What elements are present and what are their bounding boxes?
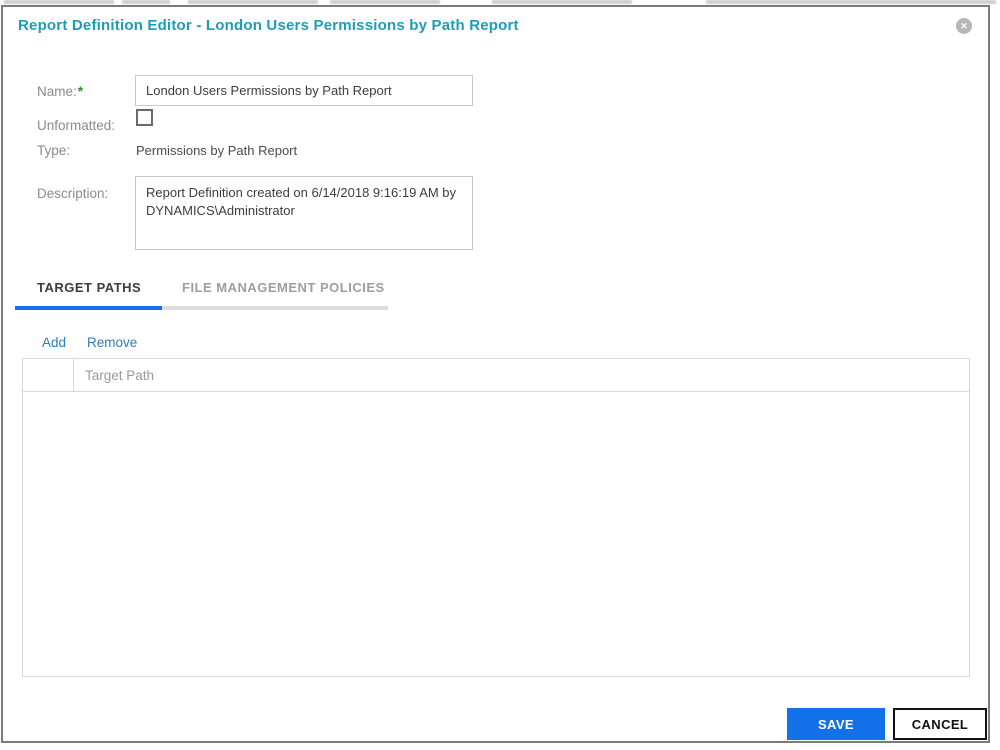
add-link[interactable]: Add xyxy=(42,335,66,350)
remove-link[interactable]: Remove xyxy=(87,335,137,350)
active-tab-indicator xyxy=(15,306,162,310)
name-label-text: Name: xyxy=(37,84,77,99)
description-label: Description: xyxy=(37,186,109,201)
report-definition-editor-dialog: Report Definition Editor - London Users … xyxy=(1,5,990,743)
tab-underline xyxy=(15,306,388,310)
table-header-row: Target Path xyxy=(23,359,969,392)
unformatted-checkbox[interactable] xyxy=(136,109,153,126)
required-asterisk: * xyxy=(77,84,84,99)
cancel-button[interactable]: CANCEL xyxy=(893,708,987,740)
type-label: Type: xyxy=(37,143,71,158)
type-value: Permissions by Path Report xyxy=(136,143,298,158)
target-paths-table: Target Path xyxy=(22,358,970,677)
save-button[interactable]: SAVE xyxy=(787,708,885,740)
tab-target-paths[interactable]: TARGET PATHS xyxy=(37,280,141,295)
name-label: Name:* xyxy=(37,84,83,99)
tab-file-management-policies[interactable]: FILE MANAGEMENT POLICIES xyxy=(182,280,385,295)
description-textarea[interactable]: Report Definition created on 6/14/2018 9… xyxy=(135,176,473,250)
dialog-title: Report Definition Editor - London Users … xyxy=(18,17,519,34)
name-input[interactable] xyxy=(135,75,473,106)
unformatted-label: Unformatted: xyxy=(37,118,116,133)
close-icon[interactable]: ✕ xyxy=(956,18,972,34)
target-path-column-header: Target Path xyxy=(85,368,155,383)
select-column-header xyxy=(23,359,74,391)
table-body-empty[interactable] xyxy=(23,392,969,676)
